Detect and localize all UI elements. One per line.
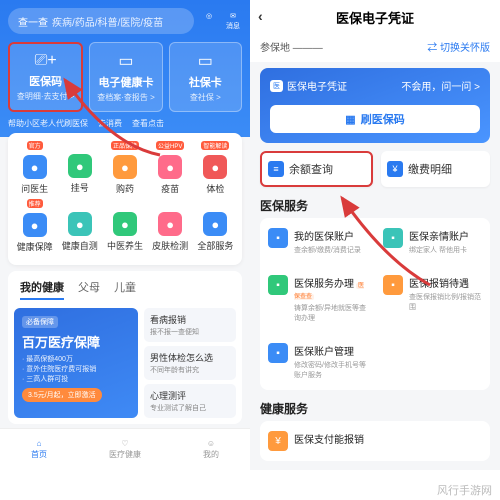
service-item[interactable]: ¥ 医保支付能报销 <box>260 421 375 461</box>
section-title: 医保服务 <box>260 197 490 214</box>
tab-children[interactable]: 儿童 <box>114 279 136 300</box>
side-card[interactable]: 心理测评专业测试了解自己 <box>144 384 236 418</box>
quick-item[interactable]: 推荐●健康保障 <box>12 201 57 253</box>
insured-label: 参保地 <box>260 43 290 54</box>
quick-item[interactable]: 智能解读●体检 <box>193 143 238 195</box>
service-icon: ▪ <box>383 275 403 295</box>
watermark: 风行手游网 <box>437 482 492 498</box>
service-icon: ▪ <box>383 228 403 248</box>
search-input[interactable]: 查一查 疾病/药品/科普/医院/疫苗 <box>8 8 194 34</box>
tab-parents[interactable]: 父母 <box>78 279 100 300</box>
nav-mine[interactable]: ☺我的 <box>203 439 219 460</box>
service-icon: ▪ <box>268 275 288 295</box>
service-icon: ▪ <box>268 228 288 248</box>
quick-item[interactable]: ●全部服务 <box>193 201 238 253</box>
camera-icon[interactable]: ◎ <box>200 12 218 30</box>
quick-services: 官方●问医生●挂号正品保障●购药公益HPV●疫苗智能解读●体检 推荐●健康保障●… <box>8 133 242 265</box>
service-icon: ▪ <box>268 343 288 363</box>
switch-mode-link[interactable]: ⇄ 切换关怀版 <box>427 39 490 54</box>
money-icon: ¥ <box>387 161 403 177</box>
back-icon[interactable]: ‹ <box>258 8 263 24</box>
bottom-nav: ⌂首页 ♡医疗健康 ☺我的 <box>0 428 250 470</box>
quick-item[interactable]: ●皮肤检测 <box>148 201 193 253</box>
medical-code-card[interactable]: ⎚+ 医保码 查明细·去支付 > <box>8 42 83 112</box>
quick-item[interactable]: ●中医养生 <box>102 201 147 253</box>
show-qr-button[interactable]: ▦刷医保码 <box>270 105 480 133</box>
activate-button[interactable]: 3.5元/月起，立即激活 <box>22 388 102 402</box>
balance-query-button[interactable]: ≡ 余额查询 <box>260 151 373 187</box>
health-tabs: 我的健康 父母 儿童 <box>8 271 242 302</box>
service-icon: ¥ <box>268 431 288 451</box>
section-title: 健康服务 <box>260 400 490 417</box>
service-item[interactable]: ▪医保服务办理医保查查铸算余额/异地就医等查询办理 <box>260 265 375 333</box>
nav-home[interactable]: ⌂首页 <box>31 439 47 460</box>
side-card[interactable]: 男性体检怎么选不同年龄有讲究 <box>144 346 236 380</box>
search-placeholder: 疾病/药品/科普/医院/疫苗 <box>52 14 163 29</box>
badge-icon: 医 <box>270 80 283 92</box>
tab-my-health[interactable]: 我的健康 <box>20 279 64 300</box>
quick-item[interactable]: 正品保障●购药 <box>102 143 147 195</box>
health-card[interactable]: ▭ 电子健康卡 查档案·查报告 > <box>89 42 162 112</box>
qr-icon: ▦ <box>345 113 355 126</box>
insurance-card: 医医保电子凭证 不会用，问一问 > ▦刷医保码 <box>260 68 490 143</box>
card-icon: ▭ <box>94 51 157 71</box>
side-card[interactable]: 看病报销报不报一查便知 <box>144 308 236 342</box>
messages-icon[interactable]: ✉消息 <box>224 12 242 30</box>
help-link[interactable]: 不会用，问一问 > <box>401 78 480 93</box>
nav-health[interactable]: ♡医疗健康 <box>109 439 141 460</box>
payment-detail-button[interactable]: ¥ 缴费明细 <box>381 151 490 187</box>
social-card[interactable]: ▭ 社保卡 查社保 > <box>169 42 242 112</box>
quick-item[interactable]: ●挂号 <box>57 143 102 195</box>
page-title: ‹ 医保电子凭证 <box>250 0 500 35</box>
service-item[interactable]: ▪我的医保账户查余额/缴费/消费记录 <box>260 218 375 265</box>
quick-item[interactable]: 官方●问医生 <box>12 143 57 195</box>
service-item[interactable]: ▪医保报销待遇查医保报销比例/报销范围 <box>375 265 490 333</box>
card-icon: ▭ <box>174 51 237 71</box>
quick-item[interactable]: 公益HPV●疫苗 <box>148 143 193 195</box>
banner-text: 帮助小区老人代刷医保去消费查看点击 <box>8 118 242 129</box>
quick-item[interactable]: ●健康自测 <box>57 201 102 253</box>
qr-icon: ⎚+ <box>14 52 77 70</box>
service-item[interactable]: ▪医保亲情账户绑定家人 帮他用卡 <box>375 218 490 265</box>
list-icon: ≡ <box>268 161 284 177</box>
service-item[interactable]: ▪医保账户管理修改密码/修改手机号等账户服务 <box>260 333 375 390</box>
promo-card[interactable]: 必备保障 百万医疗保障 · 最高保额400万 · 意外住院医疗费可报销 · 三高… <box>14 308 138 418</box>
